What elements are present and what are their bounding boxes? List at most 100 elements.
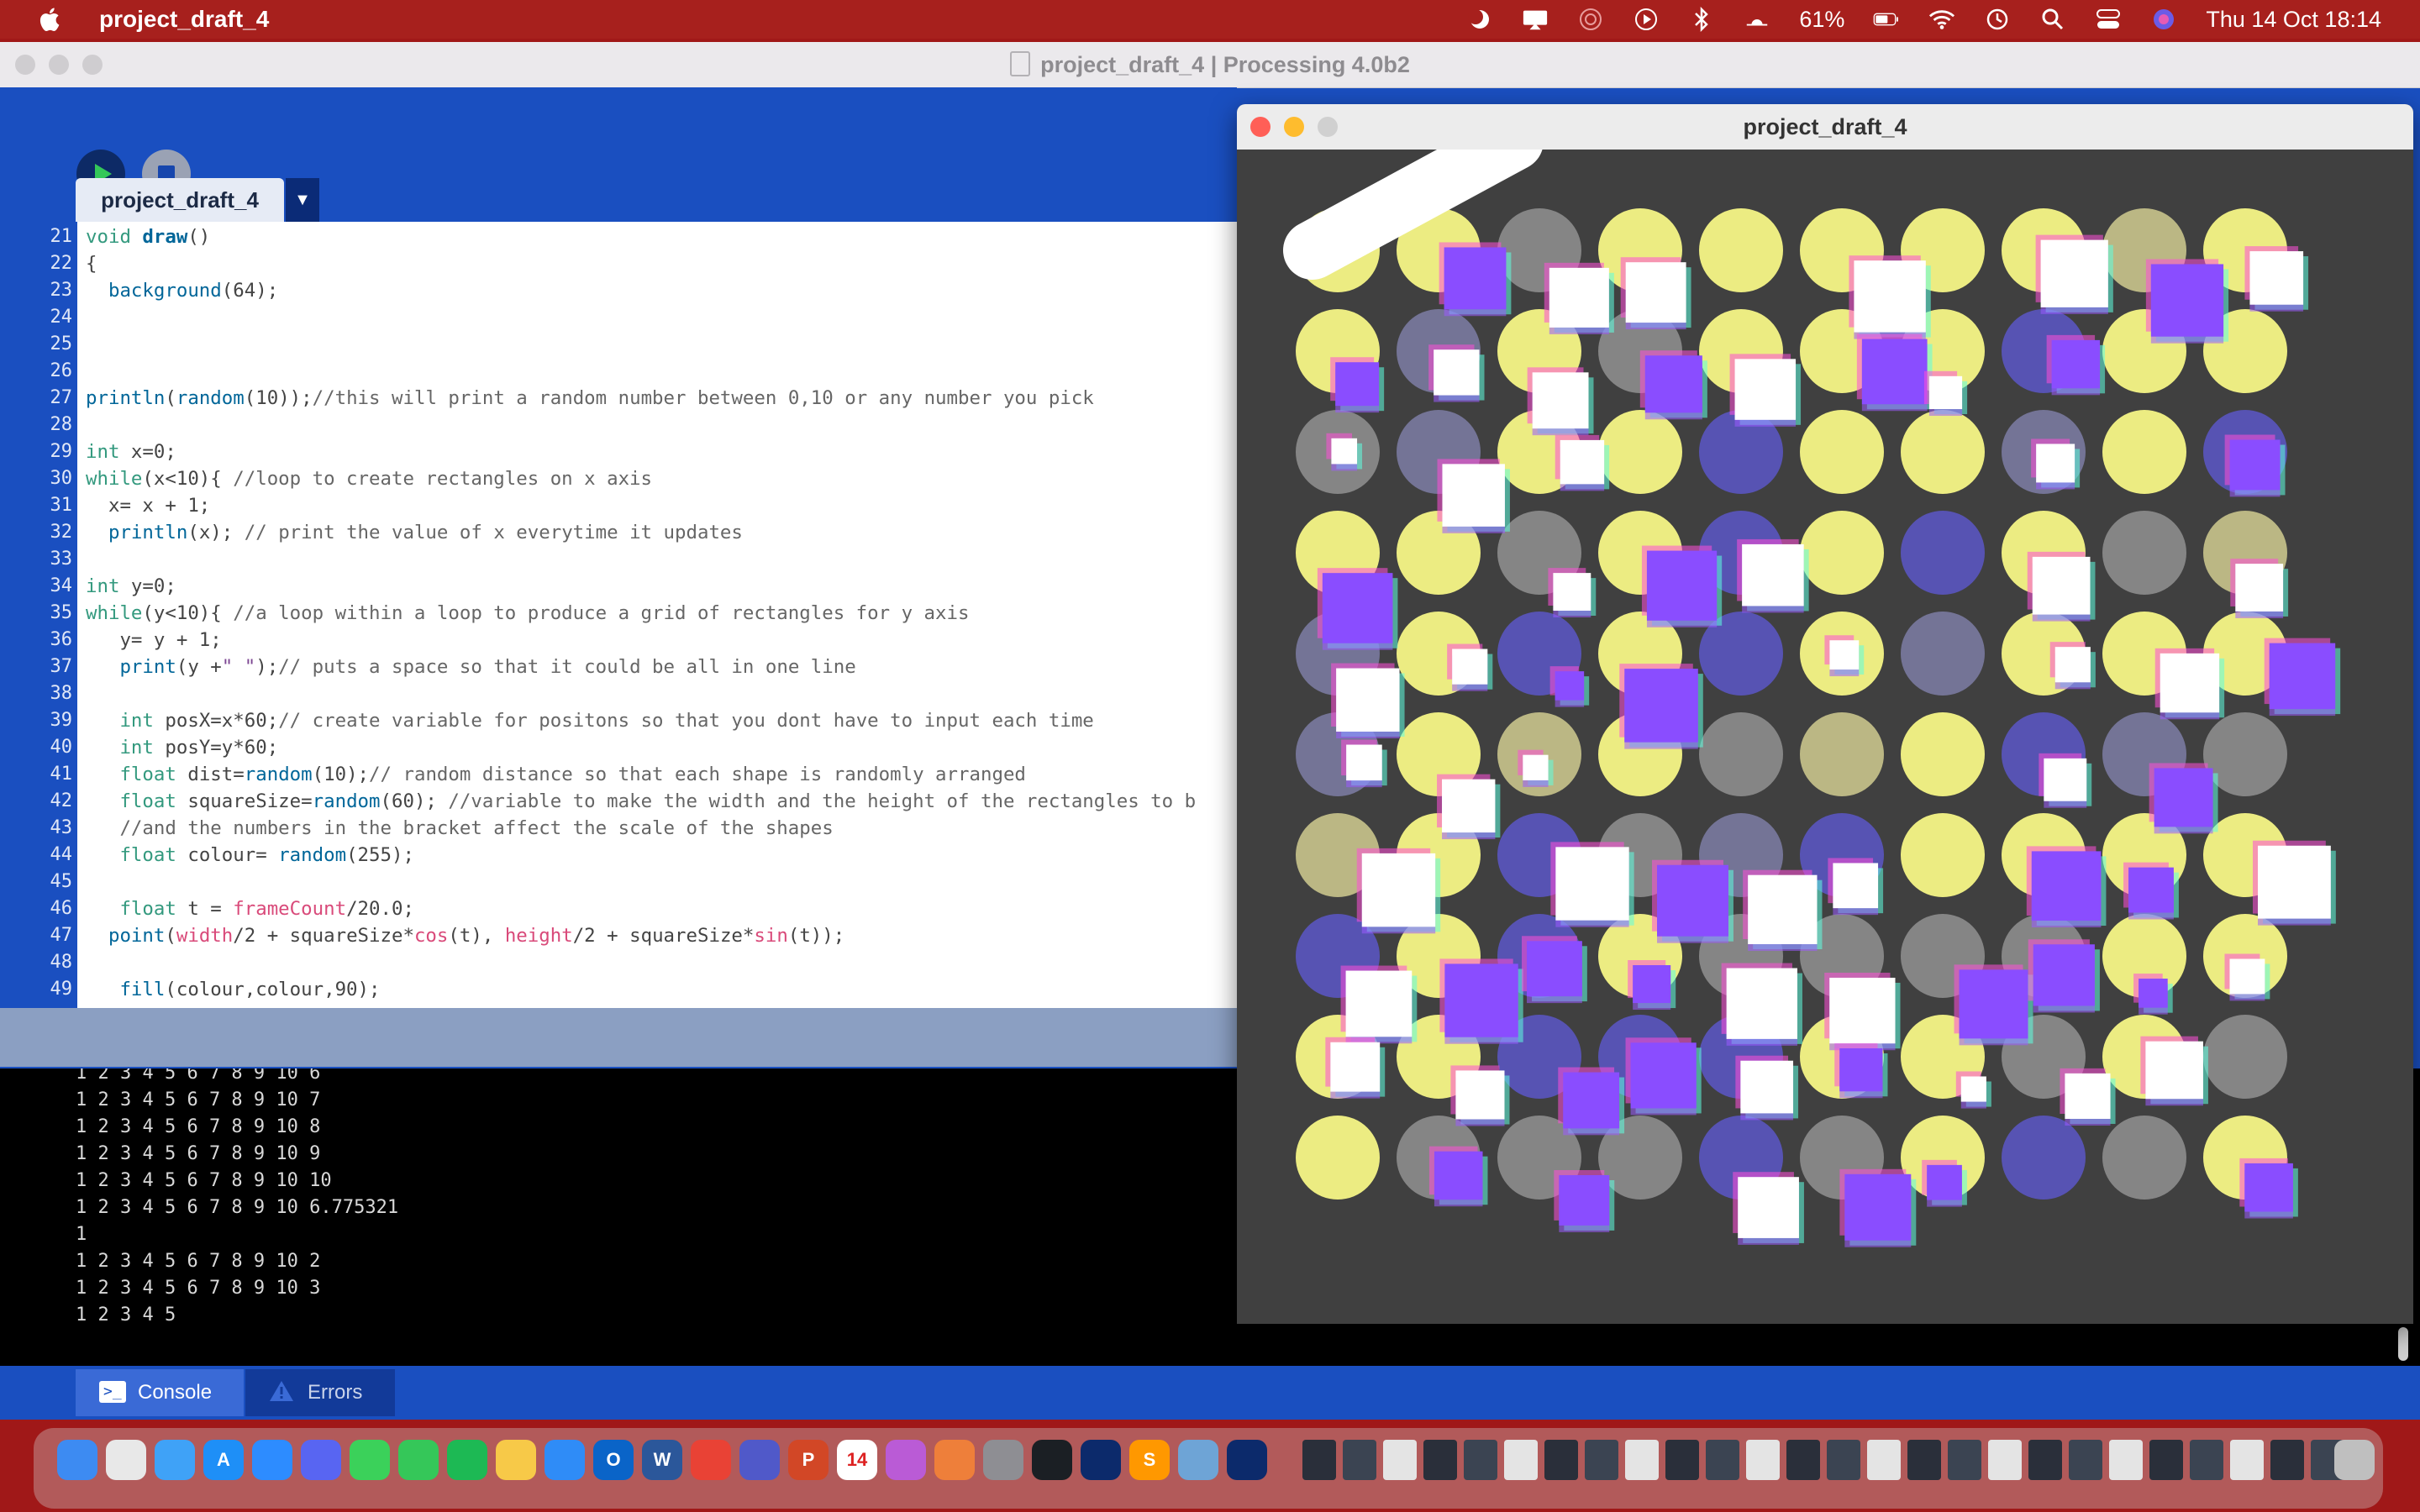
minimized-window-thumbnail[interactable] (1907, 1440, 1941, 1480)
code-line[interactable]: float dist=random(10);// random distance… (86, 761, 1025, 788)
minimized-window-thumbnail[interactable] (1504, 1440, 1538, 1480)
code-line[interactable]: int posY=y*60; (86, 734, 278, 761)
code-line[interactable]: int posX=x*60;// create variable for pos… (86, 707, 1093, 734)
minimized-window-thumbnail[interactable] (2230, 1440, 2264, 1480)
tab-menu-arrow-icon[interactable]: ▼ (286, 178, 319, 222)
minimized-window-thumbnail[interactable] (2069, 1440, 2102, 1480)
ide-window-title: project_draft_4 | Processing 4.0b2 (1040, 52, 1410, 77)
moon-icon[interactable] (1466, 6, 1493, 33)
chrome-icon[interactable] (691, 1440, 731, 1480)
spotify-icon[interactable] (447, 1440, 487, 1480)
sublime-icon[interactable]: S (1129, 1440, 1170, 1480)
minimized-window-thumbnail[interactable] (1988, 1440, 2022, 1480)
minimized-window-thumbnail[interactable] (1665, 1440, 1699, 1480)
console-line: 1 2 3 4 5 6 7 8 9 10 10 (76, 1170, 332, 1191)
minimized-window-thumbnail[interactable] (1343, 1440, 1376, 1480)
time-machine-icon[interactable] (1984, 6, 2011, 33)
search-icon[interactable] (2039, 6, 2066, 33)
tab-console[interactable]: >_ Console (76, 1369, 244, 1416)
powerpoint-icon[interactable]: P (788, 1440, 829, 1480)
minimized-window-thumbnail[interactable] (2270, 1440, 2304, 1480)
code-line[interactable]: fill(colour,colour,90); (86, 976, 380, 1003)
minimized-window-thumbnail[interactable] (1786, 1440, 1820, 1480)
control-center-icon[interactable] (2095, 6, 2122, 33)
code-line[interactable]: { (86, 250, 97, 277)
battery-icon[interactable] (1873, 6, 1900, 33)
minimized-window-thumbnail[interactable] (2109, 1440, 2143, 1480)
code-line[interactable]: int y=0; (86, 573, 176, 600)
screen-mirroring-icon[interactable] (1522, 6, 1549, 33)
code-line[interactable]: println(x); // print the value of x ever… (86, 519, 743, 546)
tab-errors[interactable]: Errors (245, 1369, 395, 1416)
minimized-window-thumbnail[interactable] (1383, 1440, 1417, 1480)
airdrop-icon[interactable] (1577, 6, 1604, 33)
code-line[interactable]: float colour= random(255); (86, 842, 414, 869)
wifi-icon[interactable] (1928, 6, 1955, 33)
sketch-canvas[interactable] (1237, 150, 2413, 1324)
console-scrollbar[interactable] (2398, 1327, 2408, 1361)
code-line[interactable]: int x=0; (86, 438, 176, 465)
bluetooth-icon[interactable] (1688, 6, 1715, 33)
minimized-window-thumbnail[interactable] (1706, 1440, 1739, 1480)
siri-icon[interactable] (2150, 6, 2177, 33)
minimized-window-thumbnail[interactable] (1746, 1440, 1780, 1480)
code-line[interactable]: //and the numbers in the bracket affect … (86, 815, 833, 842)
github-icon[interactable] (1032, 1440, 1072, 1480)
code-line[interactable]: x= x + 1; (86, 492, 210, 519)
system-preferences-icon[interactable] (983, 1440, 1023, 1480)
outlook-icon[interactable]: O (593, 1440, 634, 1480)
clock[interactable]: Thu 14 Oct 18:14 (2206, 7, 2381, 33)
arc-icon[interactable] (886, 1440, 926, 1480)
minimized-window-thumbnail[interactable] (1948, 1440, 1981, 1480)
code-line[interactable]: background(64); (86, 277, 278, 304)
facetime-icon[interactable] (398, 1440, 439, 1480)
line-number: 36 (50, 629, 73, 650)
minimized-window-thumbnail[interactable] (1585, 1440, 1618, 1480)
processing-icon[interactable] (1081, 1440, 1121, 1480)
code-line[interactable]: while(x<10){ //loop to create rectangles… (86, 465, 652, 492)
code-line[interactable]: float t = frameCount/20.0; (86, 895, 414, 922)
app-name-menu[interactable]: project_draft_4 (99, 6, 269, 33)
sketch-square (2032, 556, 2091, 615)
minimized-window-thumbnail[interactable] (1625, 1440, 1659, 1480)
finder-icon[interactable] (57, 1440, 97, 1480)
code-line[interactable]: while(y<10){ //a loop within a loop to p… (86, 600, 969, 627)
safari-icon[interactable] (544, 1440, 585, 1480)
minimized-window-thumbnail[interactable] (1827, 1440, 1860, 1480)
play-icon[interactable] (1633, 6, 1660, 33)
books-icon[interactable] (934, 1440, 975, 1480)
minimized-window-thumbnail[interactable] (1464, 1440, 1497, 1480)
apple-icon[interactable] (35, 4, 66, 34)
discord-icon[interactable] (301, 1440, 341, 1480)
word-icon[interactable]: W (642, 1440, 682, 1480)
minimized-window-thumbnail[interactable] (1302, 1440, 1336, 1480)
editor-console-divider[interactable] (0, 1008, 1237, 1067)
messages-icon[interactable] (350, 1440, 390, 1480)
launchpad-icon[interactable] (106, 1440, 146, 1480)
mail-icon[interactable] (155, 1440, 195, 1480)
code-line[interactable]: point(width/2 + squareSize*cos(t), heigh… (86, 922, 844, 949)
sketch-square (1560, 439, 1605, 485)
code-line[interactable]: float squareSize=random(60); //variable … (86, 788, 1196, 815)
code-line[interactable]: println(random(10));//this will print a … (86, 385, 1094, 412)
code-line[interactable]: print(y +" ");// puts a space so that it… (86, 654, 855, 680)
trash-icon[interactable] (2334, 1440, 2375, 1480)
code-line[interactable]: y= y + 1; (86, 627, 221, 654)
minimized-window-thumbnail[interactable] (2190, 1440, 2223, 1480)
code-line[interactable]: void draw() (86, 223, 210, 250)
minimized-window-thumbnail[interactable] (2028, 1440, 2062, 1480)
minimized-window-thumbnail[interactable] (1867, 1440, 1901, 1480)
code-editor[interactable]: void draw(){ background(64); println(rand… (77, 222, 1237, 1008)
weather-icon[interactable] (1744, 6, 1770, 33)
minimized-window-thumbnail[interactable] (1544, 1440, 1578, 1480)
teams-icon[interactable] (739, 1440, 780, 1480)
calendar-icon[interactable]: 14 (837, 1440, 877, 1480)
minimized-window-thumbnail[interactable] (1423, 1440, 1457, 1480)
zoom-icon[interactable] (252, 1440, 292, 1480)
preview-icon[interactable] (1178, 1440, 1218, 1480)
photos-icon[interactable] (496, 1440, 536, 1480)
tab-project-draft-4[interactable]: project_draft_4 (76, 178, 284, 222)
app-store-icon[interactable]: A (203, 1440, 244, 1480)
minimized-window-thumbnail[interactable] (2149, 1440, 2183, 1480)
processing-2-icon[interactable] (1227, 1440, 1267, 1480)
